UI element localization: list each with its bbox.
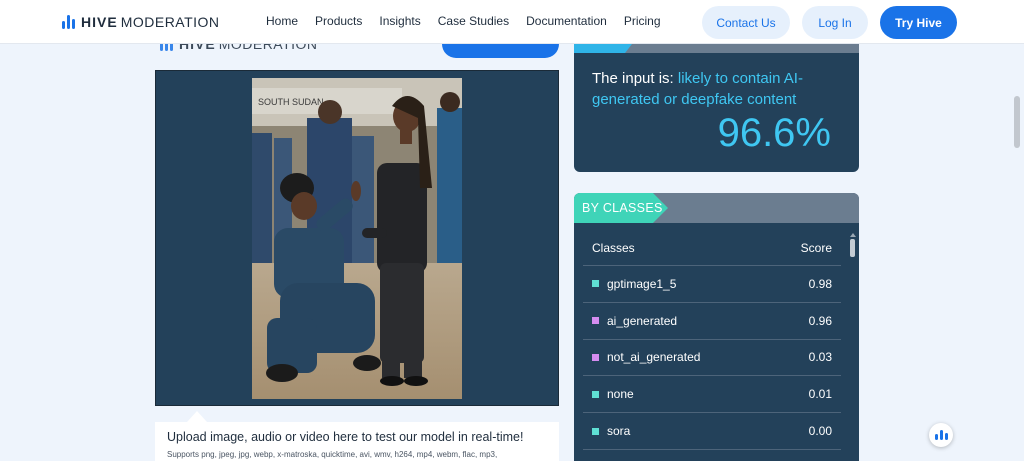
brand-light: MODERATION bbox=[120, 14, 220, 30]
result-prefix: The input is: bbox=[592, 70, 678, 87]
table-row: none 0.01 bbox=[583, 376, 841, 414]
upload-title: Upload image, audio or video here to tes… bbox=[167, 430, 524, 444]
scrollbar-thumb[interactable] bbox=[850, 239, 855, 257]
class-color-swatch bbox=[592, 280, 599, 288]
hive-logo-icon bbox=[62, 15, 75, 29]
nav-home[interactable]: Home bbox=[266, 14, 298, 28]
hive-logo-icon bbox=[934, 430, 948, 440]
brand-strong: HIVE bbox=[81, 14, 118, 30]
class-color-swatch bbox=[592, 427, 599, 435]
nav-pricing[interactable]: Pricing bbox=[624, 14, 661, 28]
result-summary-card: The input is: likely to contain AI-gener… bbox=[574, 44, 859, 172]
upload-caret bbox=[187, 411, 207, 422]
class-name: ai_generated bbox=[607, 313, 678, 328]
page-scrollbar-thumb[interactable] bbox=[1014, 96, 1020, 148]
scroll-up-icon[interactable] bbox=[849, 233, 856, 237]
class-name: sora bbox=[607, 424, 631, 439]
nav-documentation[interactable]: Documentation bbox=[526, 14, 607, 28]
by-classes-tag: BY CLASSES bbox=[574, 193, 668, 223]
class-color-swatch bbox=[592, 390, 599, 398]
class-name: gptimage1_5 bbox=[607, 276, 677, 291]
class-name: none bbox=[607, 387, 634, 402]
class-score: 0.96 bbox=[808, 313, 832, 328]
uploaded-media-panel: SOUTH SUDAN bbox=[155, 70, 559, 406]
top-navigation: HIVE MODERATION Home Products Insights C… bbox=[0, 0, 1024, 44]
class-score: 0.98 bbox=[808, 276, 832, 291]
hive-chat-widget-button[interactable] bbox=[929, 423, 953, 447]
uploaded-image: SOUTH SUDAN bbox=[252, 78, 462, 399]
result-statement: The input is: likely to contain AI-gener… bbox=[592, 68, 842, 110]
result-card-accent bbox=[574, 44, 632, 53]
class-color-swatch bbox=[592, 317, 599, 325]
class-score: 0.01 bbox=[808, 387, 832, 402]
class-score: 0.03 bbox=[808, 350, 832, 365]
classes-card: BY CLASSES Classes Score gptimage1_5 0.9… bbox=[574, 193, 859, 461]
table-row: sora 0.00 bbox=[583, 413, 841, 450]
classes-table-header: Classes Score bbox=[583, 230, 841, 266]
class-score: 0.00 bbox=[808, 424, 832, 439]
contact-us-button[interactable]: Contact Us bbox=[702, 6, 790, 39]
result-percentage: 96.6% bbox=[717, 111, 831, 155]
class-name: not_ai_generated bbox=[607, 350, 701, 365]
upload-dropzone[interactable]: Upload image, audio or video here to tes… bbox=[155, 422, 559, 461]
classes-table: Classes Score gptimage1_5 0.98 ai_genera… bbox=[583, 230, 841, 450]
table-row: gptimage1_5 0.98 bbox=[583, 266, 841, 303]
try-hive-button[interactable]: Try Hive bbox=[880, 6, 957, 39]
log-in-button[interactable]: Log In bbox=[802, 6, 868, 39]
nav-links: Home Products Insights Case Studies Docu… bbox=[266, 14, 661, 28]
classes-column-header: Classes bbox=[592, 240, 635, 255]
class-color-swatch bbox=[592, 353, 599, 361]
table-row: not_ai_generated 0.03 bbox=[583, 340, 841, 377]
photo-sign-text: SOUTH SUDAN bbox=[258, 97, 324, 107]
classes-scrollbar[interactable] bbox=[849, 233, 856, 461]
nav-products[interactable]: Products bbox=[315, 14, 362, 28]
upload-supported-formats: Supports png, jpeg, jpg, webp, x-matrosk… bbox=[167, 450, 498, 459]
nav-case-studies[interactable]: Case Studies bbox=[438, 14, 509, 28]
nav-insights[interactable]: Insights bbox=[379, 14, 420, 28]
brand-logo[interactable]: HIVE MODERATION bbox=[62, 13, 220, 31]
table-row: ai_generated 0.96 bbox=[583, 303, 841, 340]
score-column-header: Score bbox=[800, 240, 832, 255]
